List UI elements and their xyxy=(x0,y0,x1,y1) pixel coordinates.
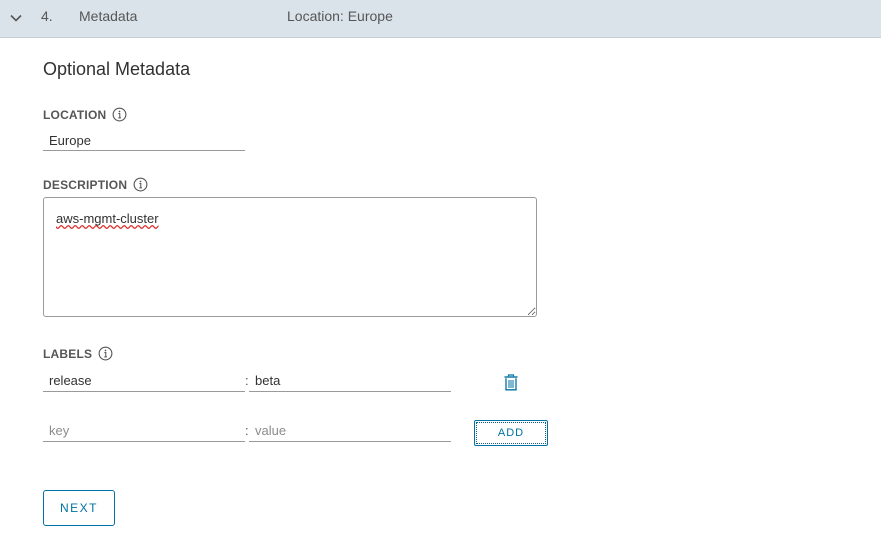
label-value-input[interactable] xyxy=(249,370,451,392)
location-input[interactable] xyxy=(43,130,245,151)
labels-label-row: LABELS xyxy=(43,346,113,361)
trash-icon[interactable] xyxy=(503,374,519,391)
step-header[interactable]: 4. Metadata Location: Europe xyxy=(0,0,881,38)
section-title: Optional Metadata xyxy=(43,59,191,79)
step-number: 4. xyxy=(41,8,53,24)
new-label-key-input[interactable] xyxy=(43,420,245,442)
description-label-row: DESCRIPTION xyxy=(43,177,148,192)
info-icon[interactable] xyxy=(112,107,127,122)
labels-label: LABELS xyxy=(43,346,93,361)
chevron-down-icon[interactable] xyxy=(9,11,23,25)
description-textarea[interactable]: aws-mgmt-cluster xyxy=(43,197,537,317)
next-button[interactable]: NEXT xyxy=(43,490,115,526)
label-key-input[interactable] xyxy=(43,370,245,392)
description-label: DESCRIPTION xyxy=(43,177,128,192)
add-label-button[interactable]: ADD xyxy=(474,420,548,446)
info-icon[interactable] xyxy=(98,346,113,361)
location-label-row: LOCATION xyxy=(43,107,127,122)
info-icon[interactable] xyxy=(133,177,148,192)
step-title: Metadata xyxy=(79,8,138,24)
step-summary: Location: Europe xyxy=(287,8,393,24)
location-label: LOCATION xyxy=(43,107,107,122)
new-label-value-input[interactable] xyxy=(249,420,451,442)
